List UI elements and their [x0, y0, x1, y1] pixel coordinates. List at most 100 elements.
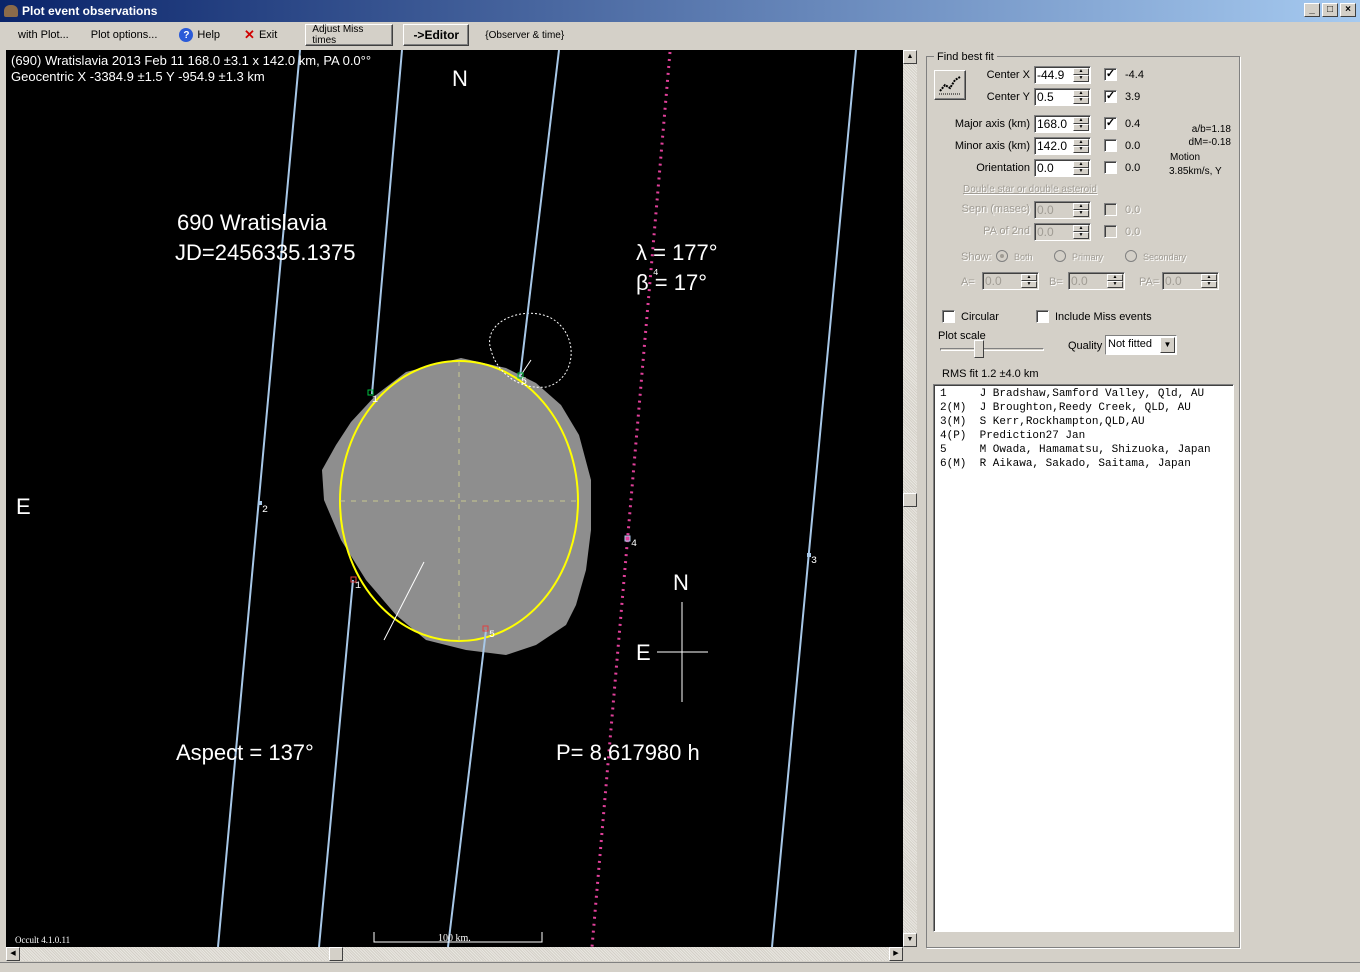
spin-up-icon[interactable]: ▲ [1073, 68, 1089, 75]
spin-down-icon[interactable]: ▼ [1201, 281, 1217, 288]
chord-line-5b [447, 629, 487, 947]
version-label: Occult 4.1.0.11 [15, 935, 71, 945]
editor-button[interactable]: ->Editor [403, 24, 470, 46]
circular-checkbox[interactable] [942, 310, 955, 323]
show-both-radio[interactable] [996, 250, 1008, 262]
pa-value: 0.0 [1165, 274, 1182, 288]
center-y-delta: 3.9 [1125, 91, 1141, 103]
spin-down-icon[interactable]: ▼ [1073, 75, 1089, 82]
a-label: A= [961, 276, 975, 288]
close-button[interactable]: × [1340, 3, 1356, 17]
asteroid-name: 690 Wratislavia [177, 210, 327, 235]
menu-plot-options[interactable]: Plot options... [83, 24, 166, 46]
chord-label-4: 4 [631, 539, 638, 550]
major-axis-checkbox[interactable]: ✓ [1104, 117, 1117, 130]
plot-canvas[interactable]: (690) Wratislavia 2013 Feb 11 168.0 ±3.1… [6, 50, 903, 947]
spin-up-icon[interactable]: ▲ [1073, 203, 1089, 210]
scroll-up-button[interactable]: ▲ [903, 50, 917, 64]
compass-north-label: N [673, 570, 689, 595]
spin-up-icon[interactable]: ▲ [1021, 274, 1037, 281]
minor-axis-input[interactable]: 142.0 ▲ ▼ [1034, 137, 1091, 155]
spin-down-icon[interactable]: ▼ [1073, 168, 1089, 175]
show-both-label: Both [1014, 252, 1033, 262]
orientation-input[interactable]: 0.0 ▲ ▼ [1034, 159, 1091, 177]
center-x-label: Center X [986, 69, 1030, 81]
maximize-button[interactable]: □ [1322, 3, 1338, 17]
center-x-value: -44.9 [1037, 68, 1065, 82]
orientation-checkbox[interactable] [1104, 161, 1117, 174]
plot-vertical-scrollbar[interactable]: ▲ ▼ [903, 50, 917, 947]
help-label: Help [197, 29, 221, 41]
scroll-left-button[interactable]: ◀ [6, 947, 20, 961]
chord-label-4-upper: 4 [653, 268, 659, 278]
pa-2nd-input[interactable]: 0.0 ▲ ▼ [1034, 223, 1091, 241]
center-x-input[interactable]: -44.9 ▲ ▼ [1034, 66, 1091, 84]
list-item[interactable]: 2(M) J Broughton,Reedy Creek, QLD, AU [940, 402, 1233, 416]
major-axis-input[interactable]: 168.0 ▲ ▼ [1034, 115, 1091, 133]
plot-scale-slider[interactable] [940, 348, 1044, 351]
spin-up-icon[interactable]: ▲ [1107, 274, 1123, 281]
motion-value: 3.85km/s, Y [1169, 166, 1222, 177]
menu-help[interactable]: ? Help [171, 24, 228, 46]
sepn-input[interactable]: 0.0 ▲ ▼ [1034, 201, 1091, 219]
plot-scale-thumb[interactable] [974, 340, 984, 358]
show-secondary-radio[interactable] [1125, 250, 1137, 262]
quality-select[interactable]: Not fitted ▼ [1105, 335, 1177, 355]
horizontal-scroll-thumb[interactable] [329, 947, 343, 961]
b-value: 0.0 [1071, 274, 1088, 288]
spin-up-icon[interactable]: ▲ [1073, 225, 1089, 232]
app-icon [4, 5, 18, 17]
observer-list[interactable]: 1 J Bradshaw,Samford Valley, Qld, AU 2(M… [933, 384, 1234, 932]
observer-time-menu[interactable]: {Observer & time} [477, 24, 572, 46]
scroll-down-button[interactable]: ▼ [903, 933, 917, 947]
center-x-checkbox[interactable]: ✓ [1104, 68, 1117, 81]
minor-axis-checkbox[interactable] [1104, 139, 1117, 152]
list-item[interactable]: 6(M) R Aikawa, Sakado, Saitama, Japan [940, 458, 1233, 472]
spin-down-icon[interactable]: ▼ [1073, 232, 1089, 239]
spin-down-icon[interactable]: ▼ [1073, 146, 1089, 153]
shape-model [322, 358, 591, 655]
b-label: B= [1049, 276, 1063, 288]
menu-exit[interactable]: ✕ Exit [236, 24, 285, 46]
spin-down-icon[interactable]: ▼ [1073, 97, 1089, 104]
chord-label-2: 2 [262, 505, 269, 516]
julian-date: JD=2456335.1375 [175, 240, 356, 265]
chord-line-1a [371, 50, 403, 395]
b-input[interactable]: 0.0 ▲ ▼ [1068, 272, 1125, 290]
a-input[interactable]: 0.0 ▲ ▼ [982, 272, 1039, 290]
spin-down-icon[interactable]: ▼ [1021, 281, 1037, 288]
pa-label: PA= [1139, 276, 1160, 288]
list-item[interactable]: 1 J Bradshaw,Samford Valley, Qld, AU [940, 388, 1233, 402]
show-primary-radio[interactable] [1054, 250, 1066, 262]
menu-with-plot[interactable]: with Plot... [10, 24, 77, 46]
motion-label: Motion [1170, 152, 1201, 163]
center-y-input[interactable]: 0.5 ▲ ▼ [1034, 88, 1091, 106]
plot-horizontal-scrollbar[interactable]: ◀ ▶ [6, 947, 903, 961]
vertical-scroll-thumb[interactable] [903, 493, 917, 507]
title-bar: Plot event observations _ □ × [0, 0, 1360, 22]
chevron-down-icon[interactable]: ▼ [1160, 337, 1175, 353]
spin-up-icon[interactable]: ▲ [1073, 139, 1089, 146]
status-strip [0, 962, 1360, 972]
spin-up-icon[interactable]: ▲ [1073, 90, 1089, 97]
quality-value: Not fitted [1108, 338, 1153, 350]
pa-input[interactable]: 0.0 ▲ ▼ [1162, 272, 1219, 290]
spin-up-icon[interactable]: ▲ [1073, 161, 1089, 168]
spin-up-icon[interactable]: ▲ [1201, 274, 1217, 281]
sepn-checkbox[interactable] [1104, 203, 1117, 216]
list-item[interactable]: 5 M Owada, Hamamatsu, Shizuoka, Japan [940, 444, 1233, 458]
plot-header-line2: Geocentric X -3384.9 ±1.5 Y -954.9 ±1.3 … [11, 69, 265, 84]
spin-down-icon[interactable]: ▼ [1073, 210, 1089, 217]
scroll-right-button[interactable]: ▶ [889, 947, 903, 961]
spin-down-icon[interactable]: ▼ [1073, 124, 1089, 131]
minimize-button[interactable]: _ [1304, 3, 1320, 17]
spin-up-icon[interactable]: ▲ [1073, 117, 1089, 124]
list-item[interactable]: 4(P) Prediction27 Jan [940, 430, 1233, 444]
adjust-miss-times-button[interactable]: Adjust Miss times [305, 24, 394, 46]
center-y-checkbox[interactable]: ✓ [1104, 90, 1117, 103]
include-miss-checkbox[interactable] [1036, 310, 1049, 323]
list-item[interactable]: 3(M) S Kerr,Rockhampton,QLD,AU [940, 416, 1233, 430]
pa-2nd-checkbox[interactable] [1104, 225, 1117, 238]
window-title: Plot event observations [22, 4, 158, 18]
spin-down-icon[interactable]: ▼ [1107, 281, 1123, 288]
